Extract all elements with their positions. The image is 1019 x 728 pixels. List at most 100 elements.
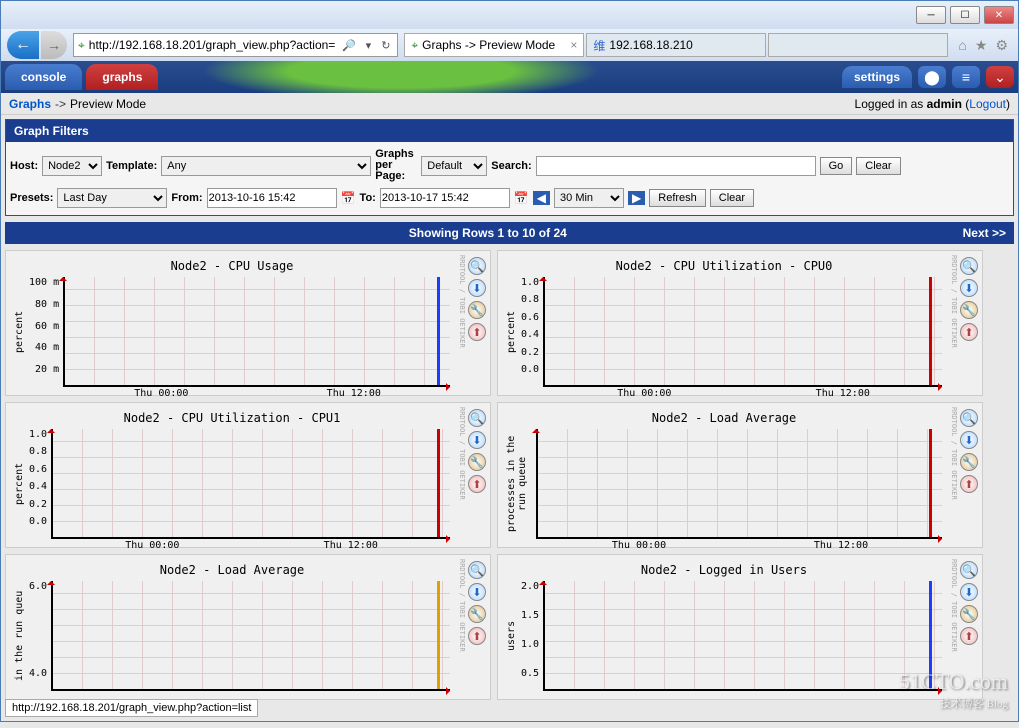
properties-icon[interactable]: 🔧 [960,605,978,623]
page-top-icon[interactable]: ⬆ [468,323,486,341]
url-field[interactable]: ⌖ 🔎 ▾ ↻ [73,33,398,57]
pager-next[interactable]: Next >> [963,226,1006,240]
zoom-icon[interactable]: 🔍 [960,561,978,579]
favicon: 维 [593,37,605,54]
tab-title: 192.168.18.210 [609,38,692,52]
tree-icon[interactable]: ⬤ [918,66,946,88]
gpp-select[interactable]: Default [421,156,487,176]
csv-export-icon[interactable]: ⬇ [960,431,978,449]
zoom-icon[interactable]: 🔍 [960,409,978,427]
page-top-icon[interactable]: ⬆ [468,627,486,645]
settings-button[interactable]: settings [842,66,912,88]
chart-title: Node2 - Load Average [506,411,942,425]
chart[interactable]: Node2 - CPU Utilization - CPU1 percent 1… [6,403,458,547]
new-tab-button[interactable] [768,33,948,57]
plot-area [51,581,450,691]
graph-cell: Node2 - CPU Utilization - CPU0 percent 1… [497,250,983,396]
to-input[interactable] [380,188,510,208]
csv-export-icon[interactable]: ⬇ [468,279,486,297]
preview-icon[interactable]: ⌄ [986,66,1014,88]
shift-right-button[interactable]: ▶ [628,191,645,205]
zoom-icon[interactable]: 🔍 [960,257,978,275]
tools-icon[interactable]: ⚙ [995,37,1008,54]
graph-actions: 🔍 ⬇ 🔧 ⬆ [466,555,490,699]
chart[interactable]: Node2 - CPU Usage percent 100 m80 m60 m4… [6,251,458,395]
refresh-button[interactable]: Refresh [649,189,706,207]
browser-status: http://192.168.18.201/graph_view.php?act… [5,699,258,717]
chart[interactable]: Node2 - Load Average processes in the ru… [498,403,950,547]
zoom-icon[interactable]: 🔍 [468,561,486,579]
graph-actions: 🔍 ⬇ 🔧 ⬆ [958,403,982,547]
calendar-icon[interactable]: 📅 [341,191,356,205]
logged-user: admin [927,97,962,111]
rrdtool-label: RRDTOOL / TOBI OETIKER [950,251,958,395]
x-ticks: Thu 00:00Thu 12:00 [65,388,450,399]
console-tab[interactable]: console [5,64,82,90]
chart[interactable]: Node2 - CPU Utilization - CPU0 percent 1… [498,251,950,395]
page-top-icon[interactable]: ⬆ [468,475,486,493]
interval-select[interactable]: 30 Min [554,188,624,208]
template-label: Template: [106,160,157,172]
chart[interactable]: Node2 - Load Average in the run queu 6.0… [6,555,458,699]
browser-tab-inactive[interactable]: 维 192.168.18.210 [586,33,766,57]
host-select[interactable]: Node2 [42,156,102,176]
breadcrumb-root[interactable]: Graphs [9,97,51,111]
calendar-icon[interactable]: 📅 [514,191,529,205]
properties-icon[interactable]: 🔧 [468,301,486,319]
properties-icon[interactable]: 🔧 [468,453,486,471]
clear-button[interactable]: Clear [856,157,900,175]
data-spike [437,277,440,385]
pager-showing: Showing Rows 1 to 10 of 24 [409,226,567,240]
dropdown-icon[interactable]: ▾ [363,39,375,52]
zoom-icon[interactable]: 🔍 [468,257,486,275]
csv-export-icon[interactable]: ⬇ [960,583,978,601]
shift-left-button[interactable]: ◀ [533,191,550,205]
zoom-icon[interactable]: 🔍 [468,409,486,427]
address-bar: ← → ⌖ 🔎 ▾ ↻ ⌖ Graphs -> Preview Mode × 维… [1,29,1018,61]
properties-icon[interactable]: 🔧 [468,605,486,623]
csv-export-icon[interactable]: ⬇ [960,279,978,297]
window-titlebar: ─ ☐ ✕ [1,1,1018,29]
graph-cell: Node2 - CPU Usage percent 100 m80 m60 m4… [5,250,491,396]
graph-filters: Graph Filters Host: Node2 Template: Any … [5,119,1014,216]
page-top-icon[interactable]: ⬆ [960,475,978,493]
from-input[interactable] [207,188,337,208]
graphs-tab[interactable]: graphs [86,64,158,90]
graph-actions: 🔍 ⬇ 🔧 ⬆ [466,251,490,395]
maximize-button[interactable]: ☐ [950,6,980,24]
search-icon[interactable]: 🔎 [339,39,359,52]
y-ticks: 6.04.0 [29,581,51,691]
clear-timespan-button[interactable]: Clear [710,189,754,207]
template-select[interactable]: Any [161,156,371,176]
url-input[interactable] [89,38,335,52]
properties-icon[interactable]: 🔧 [960,453,978,471]
y-axis-label: users [506,581,517,691]
back-button[interactable]: ← [7,31,39,59]
y-ticks: 1.00.80.60.40.20.0 [521,277,543,387]
favorites-icon[interactable]: ★ [975,37,988,54]
page-top-icon[interactable]: ⬆ [960,627,978,645]
breadcrumb: Graphs -> Preview Mode Logged in as admi… [1,93,1018,115]
go-button[interactable]: Go [820,157,853,175]
refresh-icon[interactable]: ↻ [378,39,393,52]
csv-export-icon[interactable]: ⬇ [468,583,486,601]
data-spike [437,429,440,537]
home-icon[interactable]: ⌂ [958,37,966,54]
data-spike [437,581,440,689]
search-input[interactable] [536,156,816,176]
presets-select[interactable]: Last Day [57,188,167,208]
cacti-favicon: ⌖ [78,38,85,53]
minimize-button[interactable]: ─ [916,6,946,24]
properties-icon[interactable]: 🔧 [960,301,978,319]
forward-button[interactable]: → [41,31,67,59]
browser-tab-active[interactable]: ⌖ Graphs -> Preview Mode × [404,33,584,57]
list-icon[interactable]: ≡ [952,66,980,88]
page-top-icon[interactable]: ⬆ [960,323,978,341]
chart[interactable]: Node2 - Logged in Users users 2.01.51.00… [498,555,950,699]
tab-close-icon[interactable]: × [570,38,577,52]
close-button[interactable]: ✕ [984,6,1014,24]
x-ticks: Thu 00:00Thu 12:00 [538,540,942,551]
csv-export-icon[interactable]: ⬇ [468,431,486,449]
gpp-label: Graphs per Page: [375,149,417,182]
logout-link[interactable]: Logout [969,97,1006,111]
